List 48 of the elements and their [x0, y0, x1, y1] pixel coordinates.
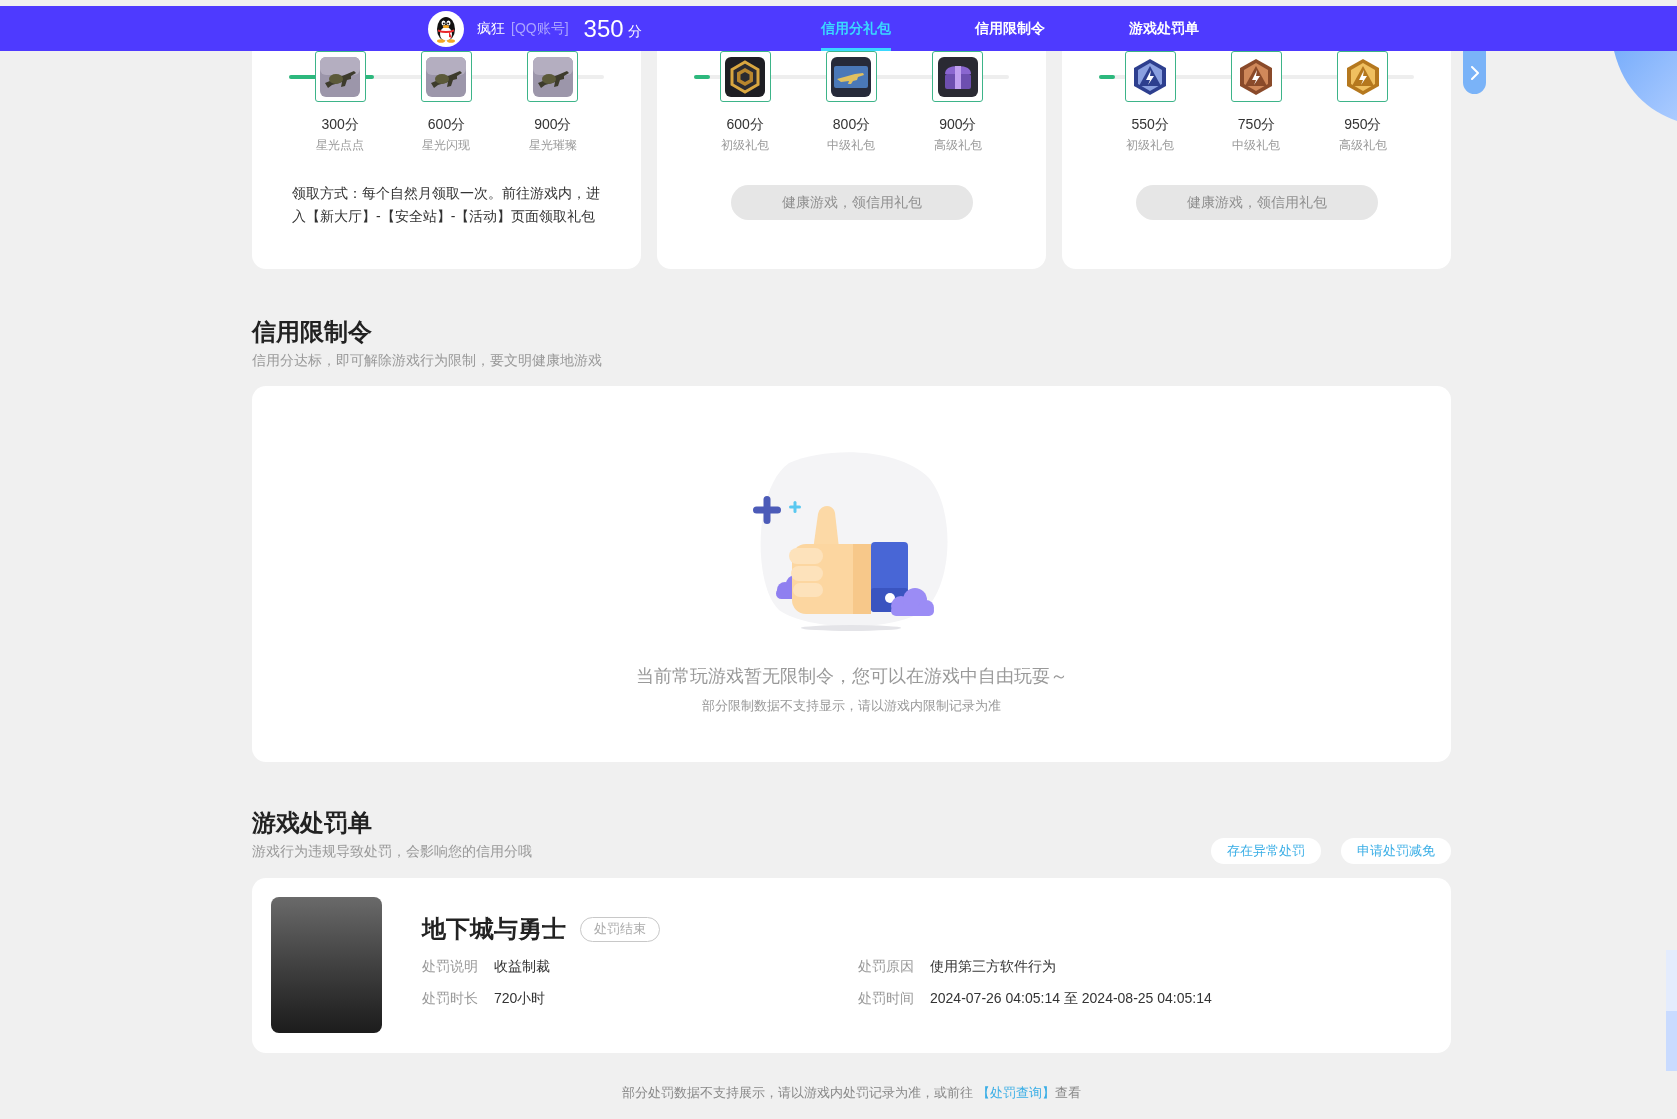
empty-note: 部分限制数据不支持显示，请以游戏内限制记录为准: [702, 698, 1001, 715]
reward-points: 950分: [1344, 115, 1382, 134]
user-name: 疯狂: [477, 19, 505, 38]
section-subtitle: 游戏行为违规导致处罚，会影响您的信用分哦: [252, 842, 532, 861]
field-label: 处罚原因: [858, 957, 914, 976]
reward-name: 中级礼包: [1232, 137, 1281, 154]
section-title: 信用限制令: [252, 317, 373, 347]
reward-points: 750分: [1237, 115, 1276, 134]
penalty-action-button[interactable]: 存在异常处罚: [1211, 838, 1321, 864]
reward-points: 900分: [534, 115, 572, 134]
reward-points: 600分: [427, 115, 466, 134]
reward-name: 高级礼包: [1338, 137, 1387, 154]
penguin-icon: [428, 10, 464, 47]
reward-points: 800分: [832, 115, 871, 134]
game-title: 地下城与勇士: [422, 914, 566, 944]
footer-note: 部分处罚数据不支持展示，请以游戏内处罚记录为准，或前往 【处罚查询】查看: [621, 1084, 1082, 1102]
reward-name: 星光闪现: [422, 137, 471, 154]
reward-points: 300分: [321, 115, 359, 134]
reward-name: 高级礼包: [933, 137, 982, 154]
reward-points: 550分: [1131, 115, 1169, 134]
reward-name: 初级礼包: [1126, 137, 1175, 154]
reward-points: 600分: [726, 115, 764, 134]
field-value: 收益制裁: [494, 957, 550, 976]
credit-score: 350: [583, 13, 624, 44]
reward-name: 中级礼包: [827, 137, 876, 154]
section-title: 游戏处罚单: [252, 808, 373, 838]
account-type: [QQ账号]: [511, 19, 569, 38]
next-button[interactable]: [1463, 51, 1486, 94]
nav-tab[interactable]: 信用限制令: [974, 6, 1045, 51]
reward-points: 900分: [939, 115, 977, 134]
chevron-right-icon: [1470, 65, 1479, 80]
field-label: 处罚时长: [422, 989, 478, 1008]
reward-name: 星光璀璨: [528, 137, 577, 154]
section-subtitle: 信用分达标，即可解除游戏行为限制，要文明健康地游戏: [252, 351, 602, 370]
field-value: 2024-07-26 04:05:14 至 2024-08-25 04:05:14: [930, 989, 1212, 1008]
empty-message: 当前常玩游戏暂无限制令，您可以在游戏中自由玩耍～: [635, 665, 1068, 688]
nav-tab[interactable]: 游戏处罚单: [1128, 6, 1199, 51]
field-value: 使用第三方软件行为: [930, 957, 1056, 976]
reward-name: 星光点点: [316, 137, 365, 154]
claim-instructions: 领取方式：每个自然月领取一次。前往游戏内，进入【新大厅】-【安全站】-【活动】页面领取礼包: [292, 184, 601, 226]
field-label: 处罚说明: [422, 957, 478, 976]
field-label: 处罚时间: [858, 989, 914, 1008]
corner-decoration: [1614, 51, 1677, 121]
reward-name: 初级礼包: [721, 137, 770, 154]
field-value: 720小时: [494, 989, 546, 1008]
penalty-action-button[interactable]: 申请处罚减免: [1341, 838, 1451, 864]
penalty-query-link[interactable]: 【处罚查询】: [976, 1085, 1055, 1100]
score-unit: 分: [627, 21, 642, 41]
